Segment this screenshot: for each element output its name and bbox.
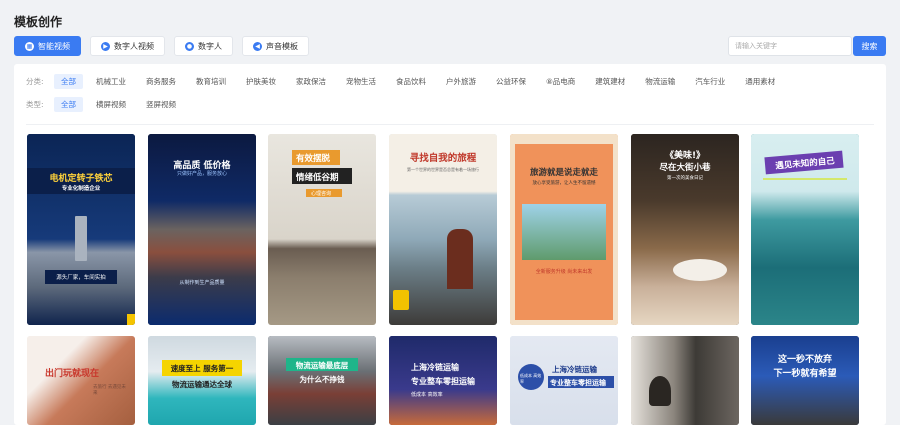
category-chip-13[interactable]: 汽车行业 bbox=[688, 74, 732, 89]
card-title: 物流运输最底层 bbox=[295, 361, 349, 370]
category-chip-7[interactable]: 食品饮料 bbox=[389, 74, 433, 89]
card-title: 《美味!》 bbox=[664, 151, 706, 161]
card-subtitle: 去旅行 去遇见未来 bbox=[93, 385, 126, 396]
category-chip-0[interactable]: 全部 bbox=[54, 74, 83, 89]
smart-video-icon: ▦ bbox=[25, 41, 34, 51]
category-chip-9[interactable]: 公益环保 bbox=[489, 74, 533, 89]
template-card-machinery[interactable]: 电机定转子铁芯 专业化制造企业 源头厂家，车间实拍 bbox=[27, 134, 135, 325]
category-chip-4[interactable]: 护肤美妆 bbox=[239, 74, 283, 89]
person-shape bbox=[649, 376, 671, 406]
person-shape bbox=[447, 229, 473, 289]
card-subtitle: 第一个世界的世界是否总是有着一场旅行 bbox=[407, 167, 479, 172]
template-card-anxiety[interactable]: 有效摆脱 情绪低谷期 心理咨询 bbox=[268, 134, 376, 325]
category-chip-5[interactable]: 家政保洁 bbox=[289, 74, 333, 89]
template-card-never-give-up[interactable]: 这一秒不放弃 下一秒就有希望 bbox=[751, 336, 859, 425]
card-title: 速度至上 服务第一 bbox=[170, 364, 234, 373]
card-footer: 心理咨询 bbox=[311, 191, 332, 197]
category-chip-8[interactable]: 户外旅游 bbox=[439, 74, 483, 89]
card-title: 上海冷链运输 bbox=[552, 365, 597, 374]
page-title: 模板创作 bbox=[14, 15, 63, 29]
drill-shape bbox=[75, 216, 87, 261]
template-card-cold-chain[interactable]: 上海冷链运输 专业整车零担运输 低成本 高效率 bbox=[389, 336, 497, 425]
template-card-outdoor[interactable]: 出门玩就现在 去旅行 去遇见未来 bbox=[27, 336, 135, 425]
template-panel: 分类: 全部 机械工业 商务服务 教育培训 护肤美妆 家政保洁 宠物生活 食品饮料 户外旅游 公益… bbox=[14, 64, 886, 425]
card-image bbox=[751, 336, 859, 425]
card-subtitle: 只做好产品，服务放心 bbox=[176, 171, 227, 177]
card-footer: 源头厂家，车间实拍 bbox=[45, 270, 117, 284]
category-chip-11[interactable]: 建筑建材 bbox=[588, 74, 632, 89]
card-footer: 低成本 高效率 bbox=[411, 392, 443, 398]
template-card-cold-chain-2[interactable]: 低成本 高效率 上海冷链运输 专业整车零担运输 bbox=[510, 336, 618, 425]
card-subtitle: 物流运输通达全球 bbox=[172, 380, 232, 389]
card-subtitle: 专业整车零担运输 bbox=[550, 379, 606, 387]
template-card-reader[interactable] bbox=[631, 336, 739, 425]
template-card-logistics-national[interactable]: 速度至上 服务第一 物流运输通达全球 bbox=[148, 336, 256, 425]
template-card-journey[interactable]: 寻找自我的旅程 第一个世界的世界是否总是有着一场旅行 bbox=[389, 134, 497, 325]
card-title: 出门玩就现在 bbox=[45, 369, 100, 379]
card-subtitle: 为什么不挣钱 bbox=[299, 375, 345, 384]
type-chip-1[interactable]: 横屏视频 bbox=[89, 97, 133, 112]
category-chip-1[interactable]: 机械工业 bbox=[89, 74, 133, 89]
play-icon: ▶ bbox=[101, 41, 110, 51]
card-title: 寻找自我的旅程 bbox=[409, 153, 477, 164]
card-footer: 第一次的美食日记 bbox=[667, 176, 703, 181]
card-image bbox=[27, 336, 135, 425]
accent-bar bbox=[127, 314, 135, 325]
template-card-food-alley[interactable]: 《美味!》 尽在大街小巷 第一次的美食日记 bbox=[631, 134, 739, 325]
digital-human-button[interactable]: ● 数字人 bbox=[174, 36, 233, 56]
card-title: 上海冷链运输 bbox=[411, 363, 459, 372]
card-footer: 低成本 高效率 bbox=[520, 373, 542, 384]
search-input[interactable]: 请输入关键字 bbox=[728, 36, 852, 56]
template-card-logistics-cheap[interactable]: 物流运输最底层 为什么不挣钱 bbox=[268, 336, 376, 425]
card-title: 旅游就是说走就走 bbox=[529, 168, 598, 178]
card-title: 这一秒不放弃 bbox=[777, 355, 832, 365]
voice-template-button[interactable]: ◀ 声音模板 bbox=[242, 36, 309, 56]
avatar-icon: ● bbox=[185, 41, 194, 51]
category-filter: 分类: 全部 机械工业 商务服务 教育培训 护肤美妆 家政保洁 宠物生活 食品饮料 户外旅游 公益… bbox=[26, 74, 788, 89]
template-card-surf[interactable]: 遇见未知的自己 bbox=[751, 134, 859, 325]
type-label: 类型: bbox=[26, 100, 44, 109]
accent-line bbox=[763, 178, 847, 180]
card-title: 有效摆脱 bbox=[296, 154, 331, 164]
type-chip-2[interactable]: 竖屏视频 bbox=[139, 97, 183, 112]
card-photo bbox=[522, 204, 606, 260]
card-subtitle: 情绪低谷期 bbox=[296, 173, 339, 183]
digital-human-video-button[interactable]: ▶ 数字人视频 bbox=[90, 36, 165, 56]
category-label: 分类: bbox=[26, 77, 44, 86]
category-chip-14[interactable]: 通用素材 bbox=[738, 74, 782, 89]
card-subtitle: 专业整车零担运输 bbox=[411, 377, 475, 386]
type-chip-0[interactable]: 全部 bbox=[54, 97, 83, 112]
category-chip-6[interactable]: 宠物生活 bbox=[339, 74, 383, 89]
plate-shape bbox=[673, 259, 727, 281]
divider bbox=[26, 124, 874, 125]
category-chip-10[interactable]: ⑧品电商 bbox=[539, 74, 582, 89]
suitcase-shape bbox=[393, 290, 409, 310]
speaker-icon: ◀ bbox=[253, 41, 262, 51]
category-chip-3[interactable]: 教育培训 bbox=[189, 74, 233, 89]
template-card-quality-price[interactable]: 高品质 低价格 只做好产品，服务放心 从制作到生产品质量 bbox=[148, 134, 256, 325]
card-subtitle: 放心享受旅游，让人生不留遗憾 bbox=[532, 181, 596, 186]
mode-tabs: ▦ 智能视频 ▶ 数字人视频 ● 数字人 ◀ 声音模板 bbox=[14, 36, 309, 56]
card-title: 电机定转子铁芯 bbox=[49, 174, 113, 184]
type-filter: 类型: 全部 横屏视频 竖屏视频 bbox=[26, 97, 189, 112]
smart-video-button[interactable]: ▦ 智能视频 bbox=[14, 36, 81, 56]
card-footer: 从制作到生产品质量 bbox=[179, 280, 225, 286]
card-subtitle: 下一秒就有希望 bbox=[773, 369, 837, 379]
card-subtitle: 尽在大街小巷 bbox=[659, 163, 711, 173]
card-footer: 全新服务升级 尚未来出发 bbox=[535, 269, 593, 275]
category-chip-12[interactable]: 物流运输 bbox=[638, 74, 682, 89]
search-button[interactable]: 搜索 bbox=[853, 36, 886, 56]
category-chip-2[interactable]: 商务服务 bbox=[139, 74, 183, 89]
card-subtitle: 专业化制造企业 bbox=[61, 186, 101, 192]
template-card-travel[interactable]: 旅游就是说走就走 放心享受旅游，让人生不留遗憾 全新服务升级 尚未来出发 bbox=[510, 134, 618, 325]
card-image bbox=[631, 336, 739, 425]
